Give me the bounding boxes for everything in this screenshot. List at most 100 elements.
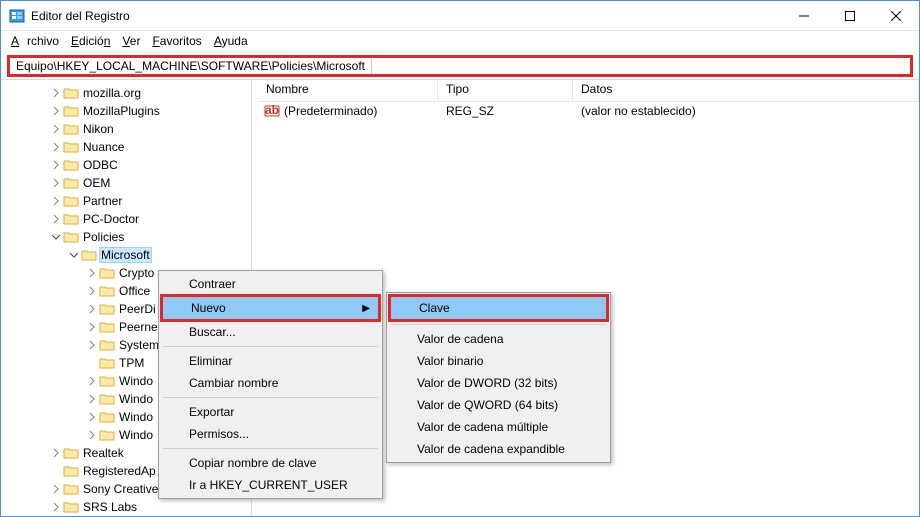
sub-qword[interactable]: Valor de QWORD (64 bits) (389, 394, 608, 416)
maximize-button[interactable] (827, 1, 873, 30)
ctx-contraer[interactable]: Contraer (161, 273, 380, 295)
tree-label: Peerne (117, 320, 160, 334)
tree-label: Windo (117, 392, 155, 406)
tree-item-partner[interactable]: Partner (1, 192, 251, 210)
expand-icon[interactable] (49, 484, 63, 494)
tree-label: Nuance (81, 140, 126, 154)
folder-icon (99, 356, 115, 370)
expand-icon[interactable] (49, 178, 63, 188)
expand-icon[interactable] (85, 286, 99, 296)
tree-label: TPM (117, 356, 146, 370)
sub-cadena[interactable]: Valor de cadena (389, 328, 608, 350)
tree-label: mozilla.org (81, 86, 143, 100)
expand-icon[interactable] (85, 304, 99, 314)
ctx-cambiar[interactable]: Cambiar nombre (161, 372, 380, 394)
folder-icon (63, 230, 79, 244)
menu-edicion[interactable]: Edición (67, 34, 114, 48)
ctx-eliminar[interactable]: Eliminar (161, 350, 380, 372)
expand-icon[interactable] (85, 376, 99, 386)
expand-icon[interactable] (85, 268, 99, 278)
tree-item-mozilla-org[interactable]: mozilla.org (1, 84, 251, 102)
expand-icon[interactable] (85, 394, 99, 404)
tree-item-nikon[interactable]: Nikon (1, 120, 251, 138)
address-label: Equipo\HKEY_LOCAL_MACHINE\SOFTWARE\Polic… (10, 58, 372, 74)
value-name: (Predeterminado) (284, 104, 377, 118)
list-row[interactable]: ab (Predeterminado) REG_SZ (valor no est… (258, 102, 919, 120)
expand-icon[interactable] (49, 448, 63, 458)
ctx-copiar[interactable]: Copiar nombre de clave (161, 452, 380, 474)
highlight-nuevo: Nuevo▶ (160, 294, 381, 322)
tree-label: PC-Doctor (81, 212, 141, 226)
tree-item-nuance[interactable]: Nuance (1, 138, 251, 156)
folder-icon (99, 266, 115, 280)
col-data[interactable]: Datos (573, 80, 919, 101)
menu-archivo[interactable]: Archivo (7, 34, 63, 48)
expand-icon[interactable] (49, 88, 63, 98)
sub-exp[interactable]: Valor de cadena expandible (389, 438, 608, 460)
ctx-nuevo[interactable]: Nuevo▶ (163, 297, 378, 319)
folder-icon (63, 140, 79, 154)
tree-label: Microsoft (99, 247, 152, 263)
folder-icon (99, 428, 115, 442)
sub-dword[interactable]: Valor de DWORD (32 bits) (389, 372, 608, 394)
tree-item-pc-doctor[interactable]: PC-Doctor (1, 210, 251, 228)
ctx-ir[interactable]: Ir a HKEY_CURRENT_USER (161, 474, 380, 496)
titlebar: Editor del Registro (1, 1, 919, 31)
tree-item-mozillaplugins[interactable]: MozillaPlugins (1, 102, 251, 120)
expand-icon[interactable] (49, 502, 63, 512)
ctx-exportar[interactable]: Exportar (161, 401, 380, 423)
tree-item-oem[interactable]: OEM (1, 174, 251, 192)
folder-icon (99, 374, 115, 388)
tree-label: Windo (117, 374, 155, 388)
expand-icon[interactable] (85, 430, 99, 440)
expand-icon[interactable] (49, 214, 63, 224)
folder-icon (63, 158, 79, 172)
sub-multi[interactable]: Valor de cadena múltiple (389, 416, 608, 438)
expand-icon[interactable] (49, 196, 63, 206)
expand-icon[interactable] (49, 106, 63, 116)
expand-icon[interactable] (85, 322, 99, 332)
tree-label: Realtek (81, 446, 126, 460)
tree-item-microsoft[interactable]: Microsoft (1, 246, 251, 264)
sub-clave[interactable]: Clave (391, 297, 606, 319)
folder-icon (63, 464, 79, 478)
folder-icon (63, 212, 79, 226)
tree-label: OEM (81, 176, 112, 190)
expand-icon[interactable] (49, 124, 63, 134)
svg-text:ab: ab (265, 104, 279, 117)
window-title: Editor del Registro (31, 9, 781, 23)
tree-label: Nikon (81, 122, 116, 136)
folder-icon (99, 392, 115, 406)
menubar: Archivo Edición Ver Favoritos Ayuda (1, 31, 919, 51)
tree-label: Crypto (117, 266, 156, 280)
folder-icon (99, 338, 115, 352)
ctx-permisos[interactable]: Permisos... (161, 423, 380, 445)
tree-item-srs-labs[interactable]: SRS Labs (1, 498, 251, 516)
folder-icon (81, 248, 97, 262)
col-type[interactable]: Tipo (438, 80, 573, 101)
ctx-buscar[interactable]: Buscar... (161, 321, 380, 343)
tree-label: Partner (81, 194, 124, 208)
folder-icon (63, 194, 79, 208)
tree-item-policies[interactable]: Policies (1, 228, 251, 246)
folder-icon (63, 176, 79, 190)
window-controls (781, 1, 919, 30)
separator (391, 324, 606, 325)
sub-binario[interactable]: Valor binario (389, 350, 608, 372)
menu-ayuda[interactable]: Ayuda (210, 34, 252, 48)
address-input[interactable] (372, 58, 910, 74)
tree-label: Windo (117, 410, 155, 424)
tree-item-odbc[interactable]: ODBC (1, 156, 251, 174)
menu-ver[interactable]: Ver (118, 34, 144, 48)
expand-icon[interactable] (85, 412, 99, 422)
expand-icon[interactable] (85, 340, 99, 350)
close-button[interactable] (873, 1, 919, 30)
minimize-button[interactable] (781, 1, 827, 30)
expand-icon[interactable] (49, 142, 63, 152)
tree-label: System (117, 338, 161, 352)
menu-favoritos[interactable]: Favoritos (148, 34, 205, 48)
expand-icon[interactable] (49, 160, 63, 170)
expand-icon[interactable] (67, 250, 81, 260)
col-name[interactable]: Nombre (258, 80, 438, 101)
expand-icon[interactable] (49, 232, 63, 242)
